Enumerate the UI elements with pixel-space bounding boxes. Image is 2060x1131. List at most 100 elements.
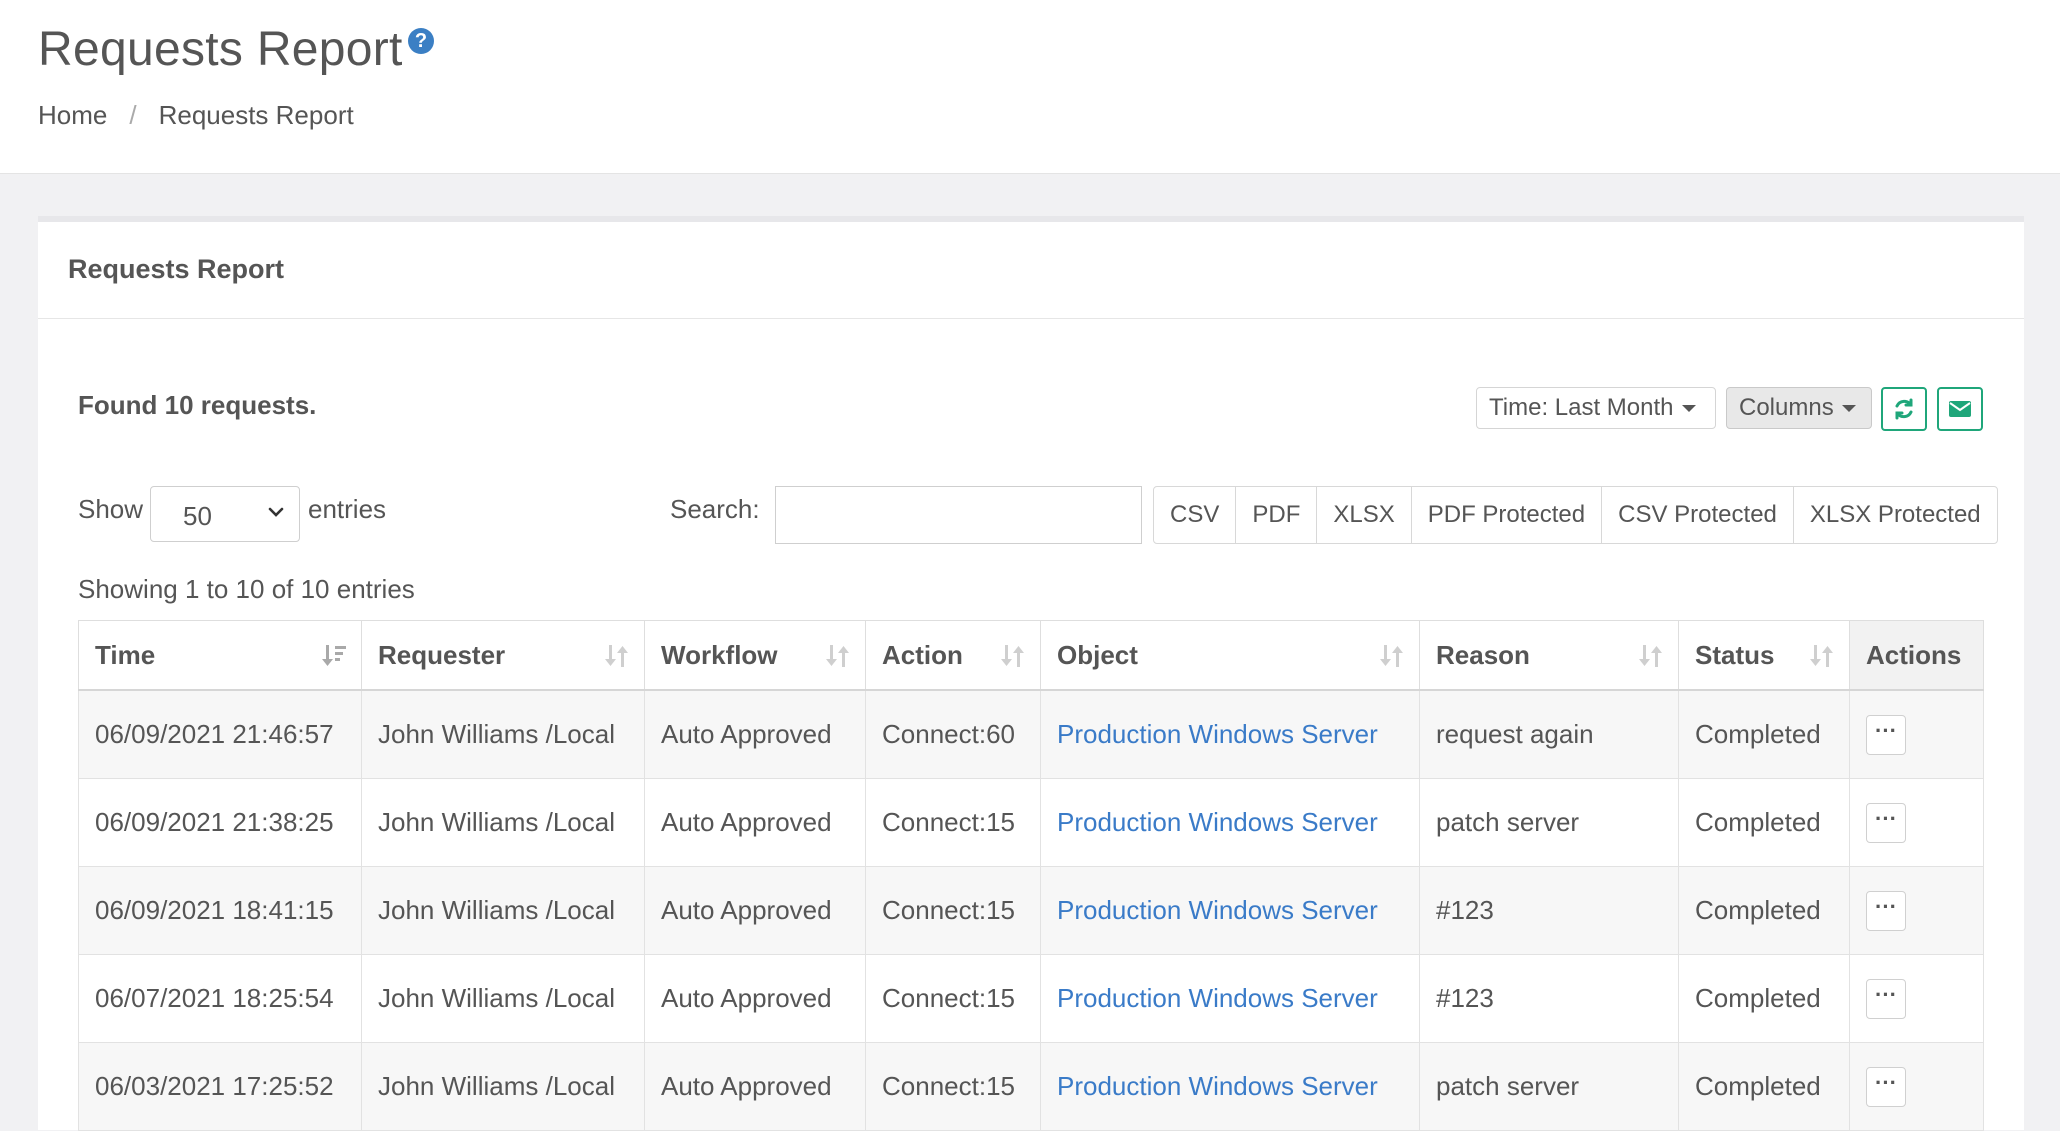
cell-requester: John Williams /Local [361,689,645,779]
envelope-icon [1949,401,1971,417]
cell-requester: John Williams /Local [361,954,645,1043]
time-filter-label: Time: Last Month [1489,394,1674,421]
entries-label: entries [308,494,387,524]
sort-icon [1379,643,1405,676]
col-header-workflow[interactable]: Workflow [644,620,866,691]
cell-workflow: Auto Approved [644,1042,866,1131]
panel-divider [38,318,2024,319]
table-row: 06/07/2021 18:25:54 John Williams /Local… [78,954,1984,1043]
col-header-actions: Actions [1849,620,1984,691]
chevron-down-icon [268,507,284,517]
requests-table: Time Requester Workflow Action Object Re… [78,620,1984,1131]
sort-desc-icon [321,643,347,676]
breadcrumb-current: Requests Report [158,100,354,130]
email-report-button[interactable] [1937,387,1983,431]
show-label: Show [78,494,144,524]
cell-requester: John Williams /Local [361,1042,645,1131]
cell-status: Completed [1678,954,1850,1043]
cell-action: Connect:15 [865,866,1041,955]
export-button-group: CSV PDF XLSX PDF Protected CSV Protected… [1153,486,1998,544]
export-csv-protected-button[interactable]: CSV Protected [1602,487,1794,543]
col-header-label: Action [882,639,963,670]
refresh-button[interactable] [1881,387,1927,431]
object-link[interactable]: Production Windows Server [1057,895,1378,925]
more-actions-button[interactable]: ··· [1866,715,1906,755]
cell-workflow: Auto Approved [644,689,866,779]
page-header: Requests Report ? Home / Requests Report [0,0,2060,174]
col-header-label: Time [95,639,156,670]
cell-status: Completed [1678,778,1850,867]
sort-icon [1638,643,1664,676]
table-row: 06/09/2021 21:46:57 John Williams /Local… [78,689,1984,779]
cell-time: 06/09/2021 18:41:15 [78,866,362,955]
col-header-time[interactable]: Time [78,620,362,691]
search-label: Search: [670,494,760,524]
col-header-reason[interactable]: Reason [1419,620,1679,691]
breadcrumb-separator: / [129,100,137,130]
cell-workflow: Auto Approved [644,954,866,1043]
more-actions-button[interactable]: ··· [1866,803,1906,843]
cell-actions: ··· [1849,866,1984,955]
cell-requester: John Williams /Local [361,778,645,867]
cell-workflow: Auto Approved [644,778,866,867]
export-xlsx-protected-button[interactable]: XLSX Protected [1794,487,1997,543]
export-xlsx-button[interactable]: XLSX [1317,487,1412,543]
cell-reason: request again [1419,689,1679,779]
more-actions-button[interactable]: ··· [1866,891,1906,931]
cell-object: Production Windows Server [1040,689,1420,779]
cell-workflow: Auto Approved [644,866,866,955]
cell-status: Completed [1678,689,1850,779]
col-header-object[interactable]: Object [1040,620,1420,691]
sort-icon [604,643,630,676]
cell-object: Production Windows Server [1040,778,1420,867]
col-header-label: Reason [1436,639,1530,670]
cell-reason: patch server [1419,778,1679,867]
export-csv-button[interactable]: CSV [1154,487,1237,543]
export-pdf-protected-button[interactable]: PDF Protected [1412,487,1603,543]
caret-down-icon [1681,405,1696,413]
col-header-requester[interactable]: Requester [361,620,645,691]
breadcrumb-home-link[interactable]: Home [38,100,107,130]
cell-object: Production Windows Server [1040,954,1420,1043]
col-header-status[interactable]: Status [1678,620,1850,691]
export-pdf-button[interactable]: PDF [1236,487,1318,543]
sort-icon [1809,643,1835,676]
sort-icon [1000,643,1026,676]
table-row: 06/09/2021 21:38:25 John Williams /Local… [78,778,1984,867]
panel-title: Requests Report [68,254,285,284]
object-link[interactable]: Production Windows Server [1057,983,1378,1013]
cell-reason: patch server [1419,1042,1679,1131]
cell-time: 06/09/2021 21:38:25 [78,778,362,867]
object-link[interactable]: Production Windows Server [1057,807,1378,837]
refresh-icon [1895,398,1913,420]
cell-actions: ··· [1849,689,1984,779]
columns-dropdown[interactable]: Columns [1726,387,1872,429]
col-header-label: Object [1057,639,1138,670]
caret-down-icon [1841,405,1856,413]
search-input[interactable] [775,486,1142,544]
object-link[interactable]: Production Windows Server [1057,719,1378,749]
cell-object: Production Windows Server [1040,1042,1420,1131]
cell-requester: John Williams /Local [361,866,645,955]
entries-per-page-select[interactable]: 50 [150,486,300,542]
help-icon[interactable]: ? [408,28,434,54]
col-header-label: Workflow [661,639,778,670]
entries-value: 50 [183,501,212,531]
more-actions-button[interactable]: ··· [1866,1067,1906,1107]
col-header-action[interactable]: Action [865,620,1041,691]
breadcrumb: Home / Requests Report [38,100,354,131]
showing-info: Showing 1 to 10 of 10 entries [78,574,415,604]
more-actions-button[interactable]: ··· [1866,979,1906,1019]
found-count-text: Found 10 requests. [78,390,317,420]
cell-action: Connect:15 [865,778,1041,867]
report-panel: Requests Report Found 10 requests. Time:… [38,216,2024,1131]
cell-reason: #123 [1419,954,1679,1043]
page-title: Requests Report [38,23,403,76]
col-header-label: Actions [1866,639,1962,670]
cell-actions: ··· [1849,954,1984,1043]
object-link[interactable]: Production Windows Server [1057,1071,1378,1101]
time-filter-dropdown[interactable]: Time: Last Month [1476,387,1716,429]
cell-status: Completed [1678,1042,1850,1131]
cell-action: Connect:15 [865,954,1041,1043]
sort-icon [825,643,851,676]
